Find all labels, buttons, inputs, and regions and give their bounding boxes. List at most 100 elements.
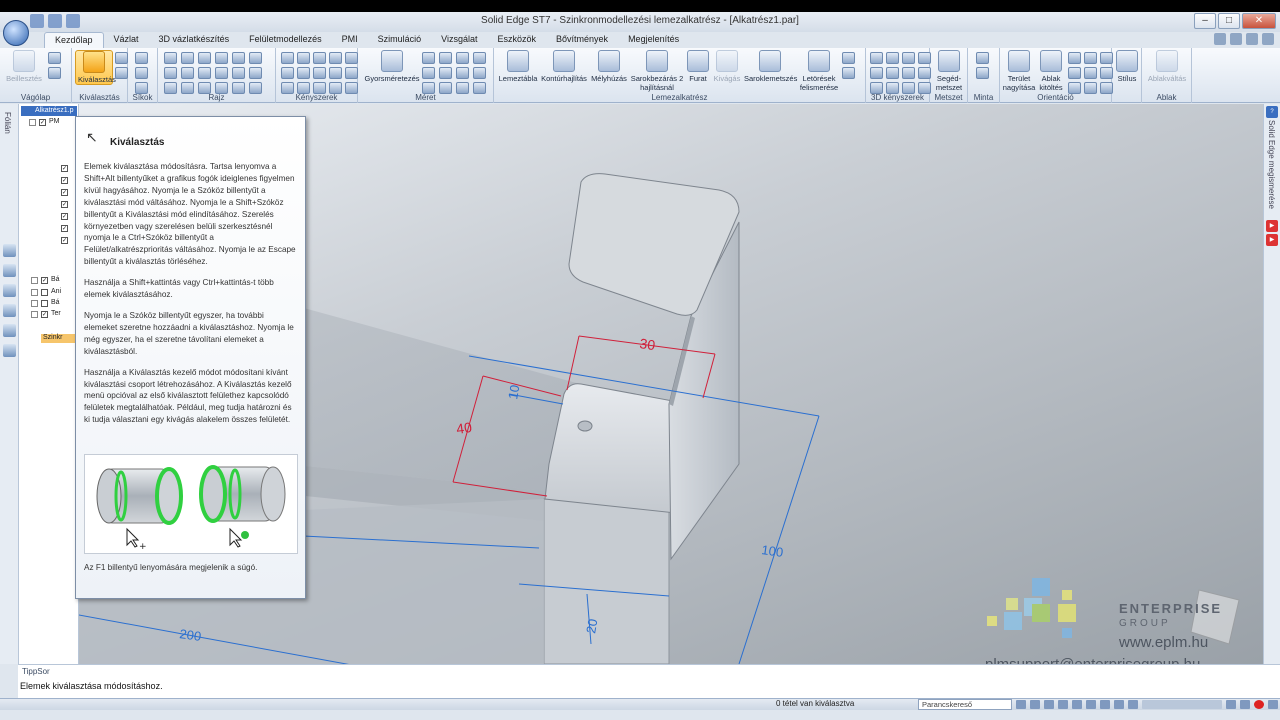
help-icon[interactable] — [1214, 33, 1226, 45]
minimize-ribbon-icon[interactable] — [1230, 33, 1242, 45]
dimension-40[interactable]: 40 — [455, 419, 473, 437]
live-section-button[interactable]: Segéd-metszet — [932, 50, 966, 92]
trim-icon[interactable] — [198, 52, 211, 64]
tab-vazlat[interactable]: Vázlat — [104, 32, 149, 48]
tab-vizsgalat[interactable]: Vizsgálat — [431, 32, 487, 48]
line-icon[interactable] — [164, 52, 177, 64]
pattern-icon[interactable] — [976, 52, 989, 64]
tab-eszkozok[interactable]: Eszközök — [488, 32, 547, 48]
contour-flange-button[interactable]: Kontúrhajlítás — [540, 50, 588, 83]
tab-megjelenites[interactable]: Megjelenítés — [618, 32, 689, 48]
learn-solid-edge-tab[interactable]: Solid Edge megismerése — [1267, 120, 1276, 209]
parallel-icon[interactable] — [281, 67, 294, 79]
sheetmetal-extra-icon[interactable] — [842, 52, 855, 64]
fillet-icon[interactable] — [232, 52, 245, 64]
extend-icon[interactable] — [215, 67, 228, 79]
zoom-icon[interactable] — [1044, 700, 1054, 709]
base-plate-front[interactable] — [543, 498, 670, 664]
text-icon[interactable] — [473, 67, 486, 79]
youtube-icon[interactable]: ▶ — [1266, 220, 1278, 232]
equal-icon[interactable] — [313, 67, 326, 79]
hole-button[interactable]: Furat — [686, 50, 710, 83]
perp3d-icon[interactable] — [886, 67, 899, 79]
dimension-10[interactable]: 10 — [505, 384, 522, 401]
library-icon[interactable] — [3, 264, 16, 277]
tab-plate-button[interactable]: Lemeztábla — [498, 50, 538, 83]
recognize-chamfers-button[interactable]: Letörések felismerése — [798, 50, 840, 92]
mirror-feature-icon[interactable] — [976, 67, 989, 79]
select-button[interactable]: Kiválasztás — [75, 50, 116, 85]
diameter-icon[interactable] — [456, 67, 469, 79]
cutout-button[interactable]: Kivágás — [712, 50, 742, 83]
help-panel-icon[interactable]: ? — [1266, 106, 1278, 118]
zoom-slider[interactable] — [1142, 700, 1222, 709]
feature-library-icon[interactable] — [3, 304, 16, 317]
connect-icon[interactable] — [281, 52, 294, 64]
application-button[interactable] — [3, 20, 29, 46]
pathfinder-root[interactable]: Alkatrész1.p — [21, 106, 77, 116]
sheetmetal-extra2-icon[interactable] — [842, 67, 855, 79]
coord-icon[interactable] — [456, 52, 469, 64]
command-finder-input[interactable]: Parancskereső — [918, 699, 1012, 710]
tab-feluletmodellezes[interactable]: Felületmodellezés — [239, 32, 332, 48]
mirror-icon[interactable] — [249, 52, 262, 64]
plane-axis-icon[interactable] — [135, 67, 148, 79]
lock-icon[interactable] — [345, 52, 358, 64]
collinear-icon[interactable] — [345, 67, 358, 79]
concentric-icon[interactable] — [313, 52, 326, 64]
smart-dimension-button[interactable]: Gyorsméretezés — [364, 50, 420, 83]
arc-icon[interactable] — [181, 52, 194, 64]
circle-icon[interactable] — [181, 67, 194, 79]
paste-button[interactable]: Beillesztés — [4, 50, 44, 83]
zoom-out-icon[interactable] — [1128, 700, 1138, 709]
plane-icon[interactable] — [135, 52, 148, 64]
style-button[interactable]: Stílus — [1114, 50, 1140, 83]
tab-bovitmenyek[interactable]: Bővítmények — [546, 32, 618, 48]
switch-window-button[interactable]: Ablakváltás — [1146, 50, 1188, 83]
capture-icon[interactable] — [1268, 700, 1278, 709]
rectangle-icon[interactable] — [164, 67, 177, 79]
zoom-area-button[interactable]: Terület nagyítása — [1002, 50, 1036, 92]
tangent-icon[interactable] — [329, 52, 342, 64]
pan-icon[interactable] — [1084, 52, 1097, 64]
fit-icon[interactable] — [1058, 700, 1068, 709]
tree-item[interactable]: ✓ Ter — [31, 310, 71, 319]
sketch-view-icon[interactable] — [1100, 700, 1110, 709]
tree-item[interactable]: ✓ Bá — [31, 276, 71, 285]
pathfinder-icon[interactable] — [3, 244, 16, 257]
zoom-in-icon[interactable] — [1226, 700, 1236, 709]
sensors-icon[interactable] — [3, 324, 16, 337]
fullscreen-icon[interactable] — [1240, 700, 1250, 709]
select-mode-icon[interactable] — [115, 67, 128, 79]
face-relate-icon[interactable] — [870, 52, 883, 64]
parallel3d-icon[interactable] — [870, 67, 883, 79]
horizontal-icon[interactable] — [297, 52, 310, 64]
zoom-area-icon[interactable] — [1030, 700, 1040, 709]
copy-icon[interactable] — [48, 67, 61, 79]
record-icon[interactable] — [1254, 700, 1264, 709]
youtube-icon-2[interactable]: ▶ — [1266, 234, 1278, 246]
corner-relief-button[interactable]: Saroklemetszés — [744, 50, 797, 83]
zoom-icon[interactable] — [1068, 52, 1081, 64]
dimension-30[interactable]: 30 — [639, 335, 657, 353]
tree-item[interactable]: Ani — [31, 288, 71, 297]
coaxial-icon[interactable] — [902, 52, 915, 64]
pocket-cavity[interactable] — [544, 383, 690, 515]
perpendicular-icon[interactable] — [297, 67, 310, 79]
view-front-icon[interactable] — [1068, 67, 1081, 79]
tab-szimulacio[interactable]: Szimuláció — [368, 32, 432, 48]
distance-icon[interactable] — [422, 52, 435, 64]
variables-icon[interactable] — [3, 344, 16, 357]
select-filter-icon[interactable] — [115, 52, 128, 64]
tree-item[interactable]: ✓ PM — [29, 118, 69, 127]
maximize-button[interactable]: □ — [1218, 13, 1240, 29]
coplanar-icon[interactable] — [886, 52, 899, 64]
close-button[interactable]: ✕ — [1242, 13, 1276, 29]
layers-icon[interactable] — [3, 284, 16, 297]
fit-button[interactable]: Ablak kitöltés — [1036, 50, 1066, 92]
deep-draw-button[interactable]: Mélyhúzás — [590, 50, 628, 83]
dimension-100[interactable]: 100 — [761, 542, 785, 560]
tab-3d-vazlat[interactable]: 3D vázlatkészítés — [149, 32, 240, 48]
cut-icon[interactable] — [48, 52, 61, 64]
dimension-200[interactable]: 200 — [179, 626, 203, 644]
